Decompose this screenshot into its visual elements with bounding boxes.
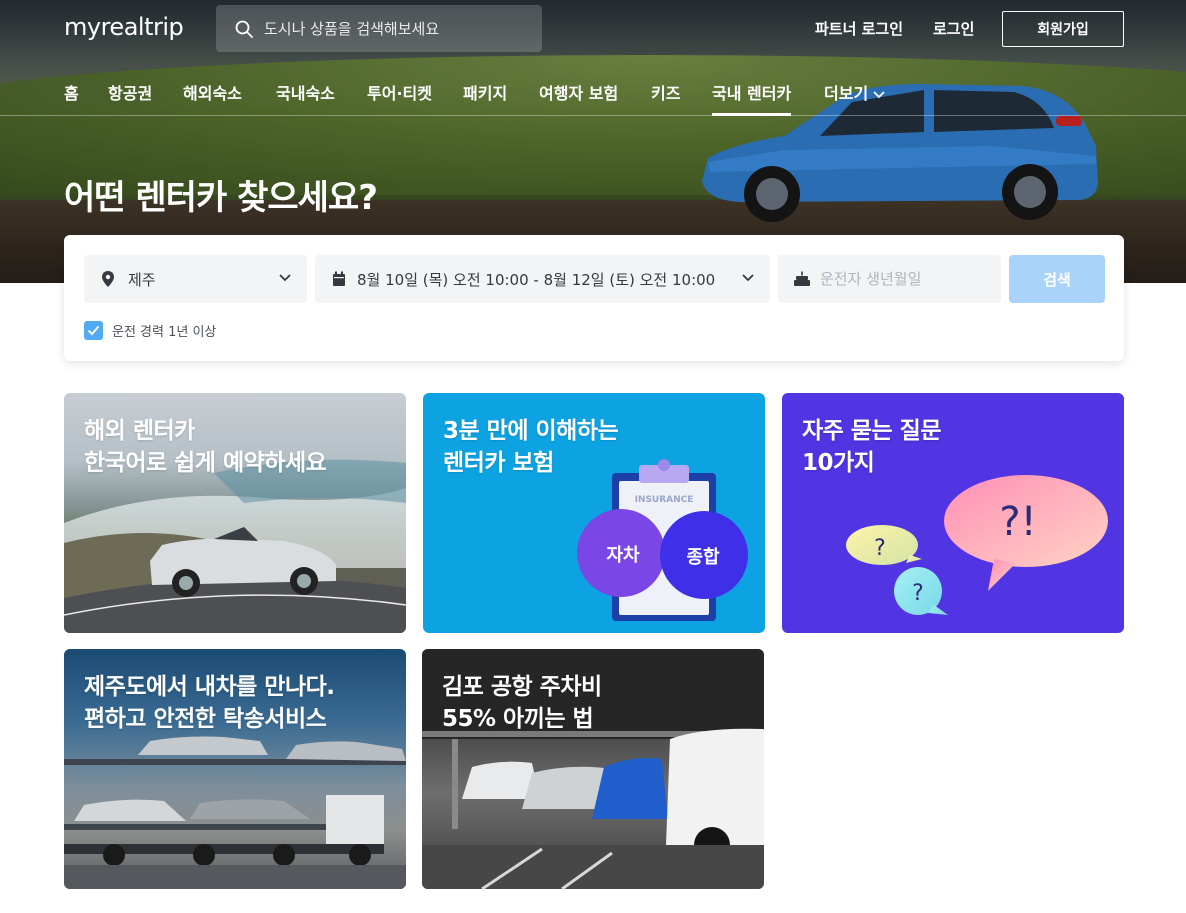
driver-birthdate-field[interactable] bbox=[778, 255, 1001, 303]
date-range-select[interactable]: 8월 10일 (목) 오전 10:00 - 8월 12일 (토) 오전 10:0… bbox=[315, 255, 770, 303]
card-title: 해외 렌터카 한국어로 쉽게 예약하세요 bbox=[84, 418, 327, 476]
nav-home[interactable]: 홈 bbox=[64, 80, 79, 104]
checkmark-icon bbox=[87, 325, 100, 336]
location-pin-icon bbox=[102, 271, 114, 287]
myrealtrip-logo[interactable]: myrealtrip bbox=[64, 13, 184, 41]
global-search-input[interactable] bbox=[264, 5, 534, 52]
faq-big-bubble-text: ?! bbox=[999, 499, 1036, 545]
signup-button[interactable]: 회원가입 bbox=[1002, 11, 1124, 47]
nav-travel-insurance[interactable]: 여행자 보험 bbox=[539, 80, 618, 104]
search-icon bbox=[235, 20, 253, 38]
partner-login-link[interactable]: 파트너 로그인 bbox=[815, 18, 903, 39]
checkbox-checked[interactable] bbox=[84, 321, 103, 340]
page-title: 어떤 렌터카 찾으세요? bbox=[64, 178, 378, 218]
promo-card-jeju-delivery[interactable]: 제주도에서 내차를 만나다. 편하고 안전한 탁송서비스 bbox=[64, 649, 406, 889]
nav-overseas-stays[interactable]: 해외숙소 bbox=[183, 80, 242, 104]
promo-card-faq[interactable]: ?! ? ? 자주 묻는 질문 10가지 bbox=[782, 393, 1124, 633]
insurance-label: INSURANCE bbox=[635, 495, 694, 505]
nav-packages[interactable]: 패키지 bbox=[463, 80, 507, 104]
rentcar-search-panel: 제주 8월 10일 (목) 오전 10:00 - 8월 12일 (토) 오전 1… bbox=[64, 235, 1124, 361]
nav-divider bbox=[0, 115, 1186, 116]
birthday-cake-icon bbox=[794, 271, 810, 286]
nav-domestic-rentcar[interactable]: 국내 렌터카 bbox=[712, 80, 792, 116]
chevron-down-icon bbox=[279, 274, 291, 282]
faq-small-bubble-text: ? bbox=[874, 536, 886, 561]
location-select[interactable]: 제주 bbox=[84, 255, 307, 303]
driving-experience-checkbox[interactable]: 운전 경력 1년 이상 bbox=[84, 321, 216, 340]
promo-card-gimpo-parking[interactable]: 김포 공항 주차비 55% 아끼는 법 bbox=[422, 649, 764, 889]
card-title: 김포 공항 주차비 55% 아끼는 법 bbox=[442, 674, 602, 732]
nav-flights[interactable]: 항공권 bbox=[108, 80, 152, 104]
main-nav: 홈 항공권 해외숙소 국내숙소 투어·티켓 패키지 여행자 보험 키즈 국내 렌… bbox=[0, 72, 1186, 116]
faq-cyan-bubble-text: ? bbox=[912, 581, 924, 606]
nav-more[interactable]: 더보기 bbox=[824, 80, 886, 104]
global-search-box[interactable] bbox=[216, 5, 542, 52]
driver-birthdate-input[interactable] bbox=[820, 270, 990, 288]
search-button[interactable]: 검색 bbox=[1009, 255, 1105, 303]
nav-kids[interactable]: 키즈 bbox=[651, 80, 680, 104]
date-range-value: 8월 10일 (목) 오전 10:00 - 8월 12일 (토) 오전 10:0… bbox=[357, 270, 716, 289]
promo-card-overseas-rentcar[interactable]: 해외 렌터카 한국어로 쉽게 예약하세요 bbox=[64, 393, 406, 633]
calendar-icon bbox=[333, 271, 345, 286]
nav-more-label: 더보기 bbox=[824, 84, 869, 103]
chevron-down-icon bbox=[742, 274, 754, 282]
nav-tours-tickets[interactable]: 투어·티켓 bbox=[367, 80, 432, 104]
card-title: 3분 만에 이해하는 렌터카 보험 bbox=[443, 418, 619, 476]
card-title: 자주 묻는 질문 10가지 bbox=[802, 418, 941, 476]
insurance-bubble-left: 자차 bbox=[606, 545, 640, 566]
nav-domestic-stays[interactable]: 국내숙소 bbox=[276, 80, 335, 104]
insurance-bubble-right: 종합 bbox=[686, 546, 720, 568]
chevron-down-icon bbox=[873, 90, 885, 98]
promo-card-rentcar-insurance[interactable]: INSURANCE 자차 종합 3분 만에 이해하는 렌터카 보험 bbox=[423, 393, 765, 633]
login-link[interactable]: 로그인 bbox=[933, 18, 974, 39]
location-value: 제주 bbox=[128, 270, 156, 289]
card-title: 제주도에서 내차를 만나다. 편하고 안전한 탁송서비스 bbox=[84, 674, 335, 732]
checkbox-label: 운전 경력 1년 이상 bbox=[112, 325, 217, 340]
